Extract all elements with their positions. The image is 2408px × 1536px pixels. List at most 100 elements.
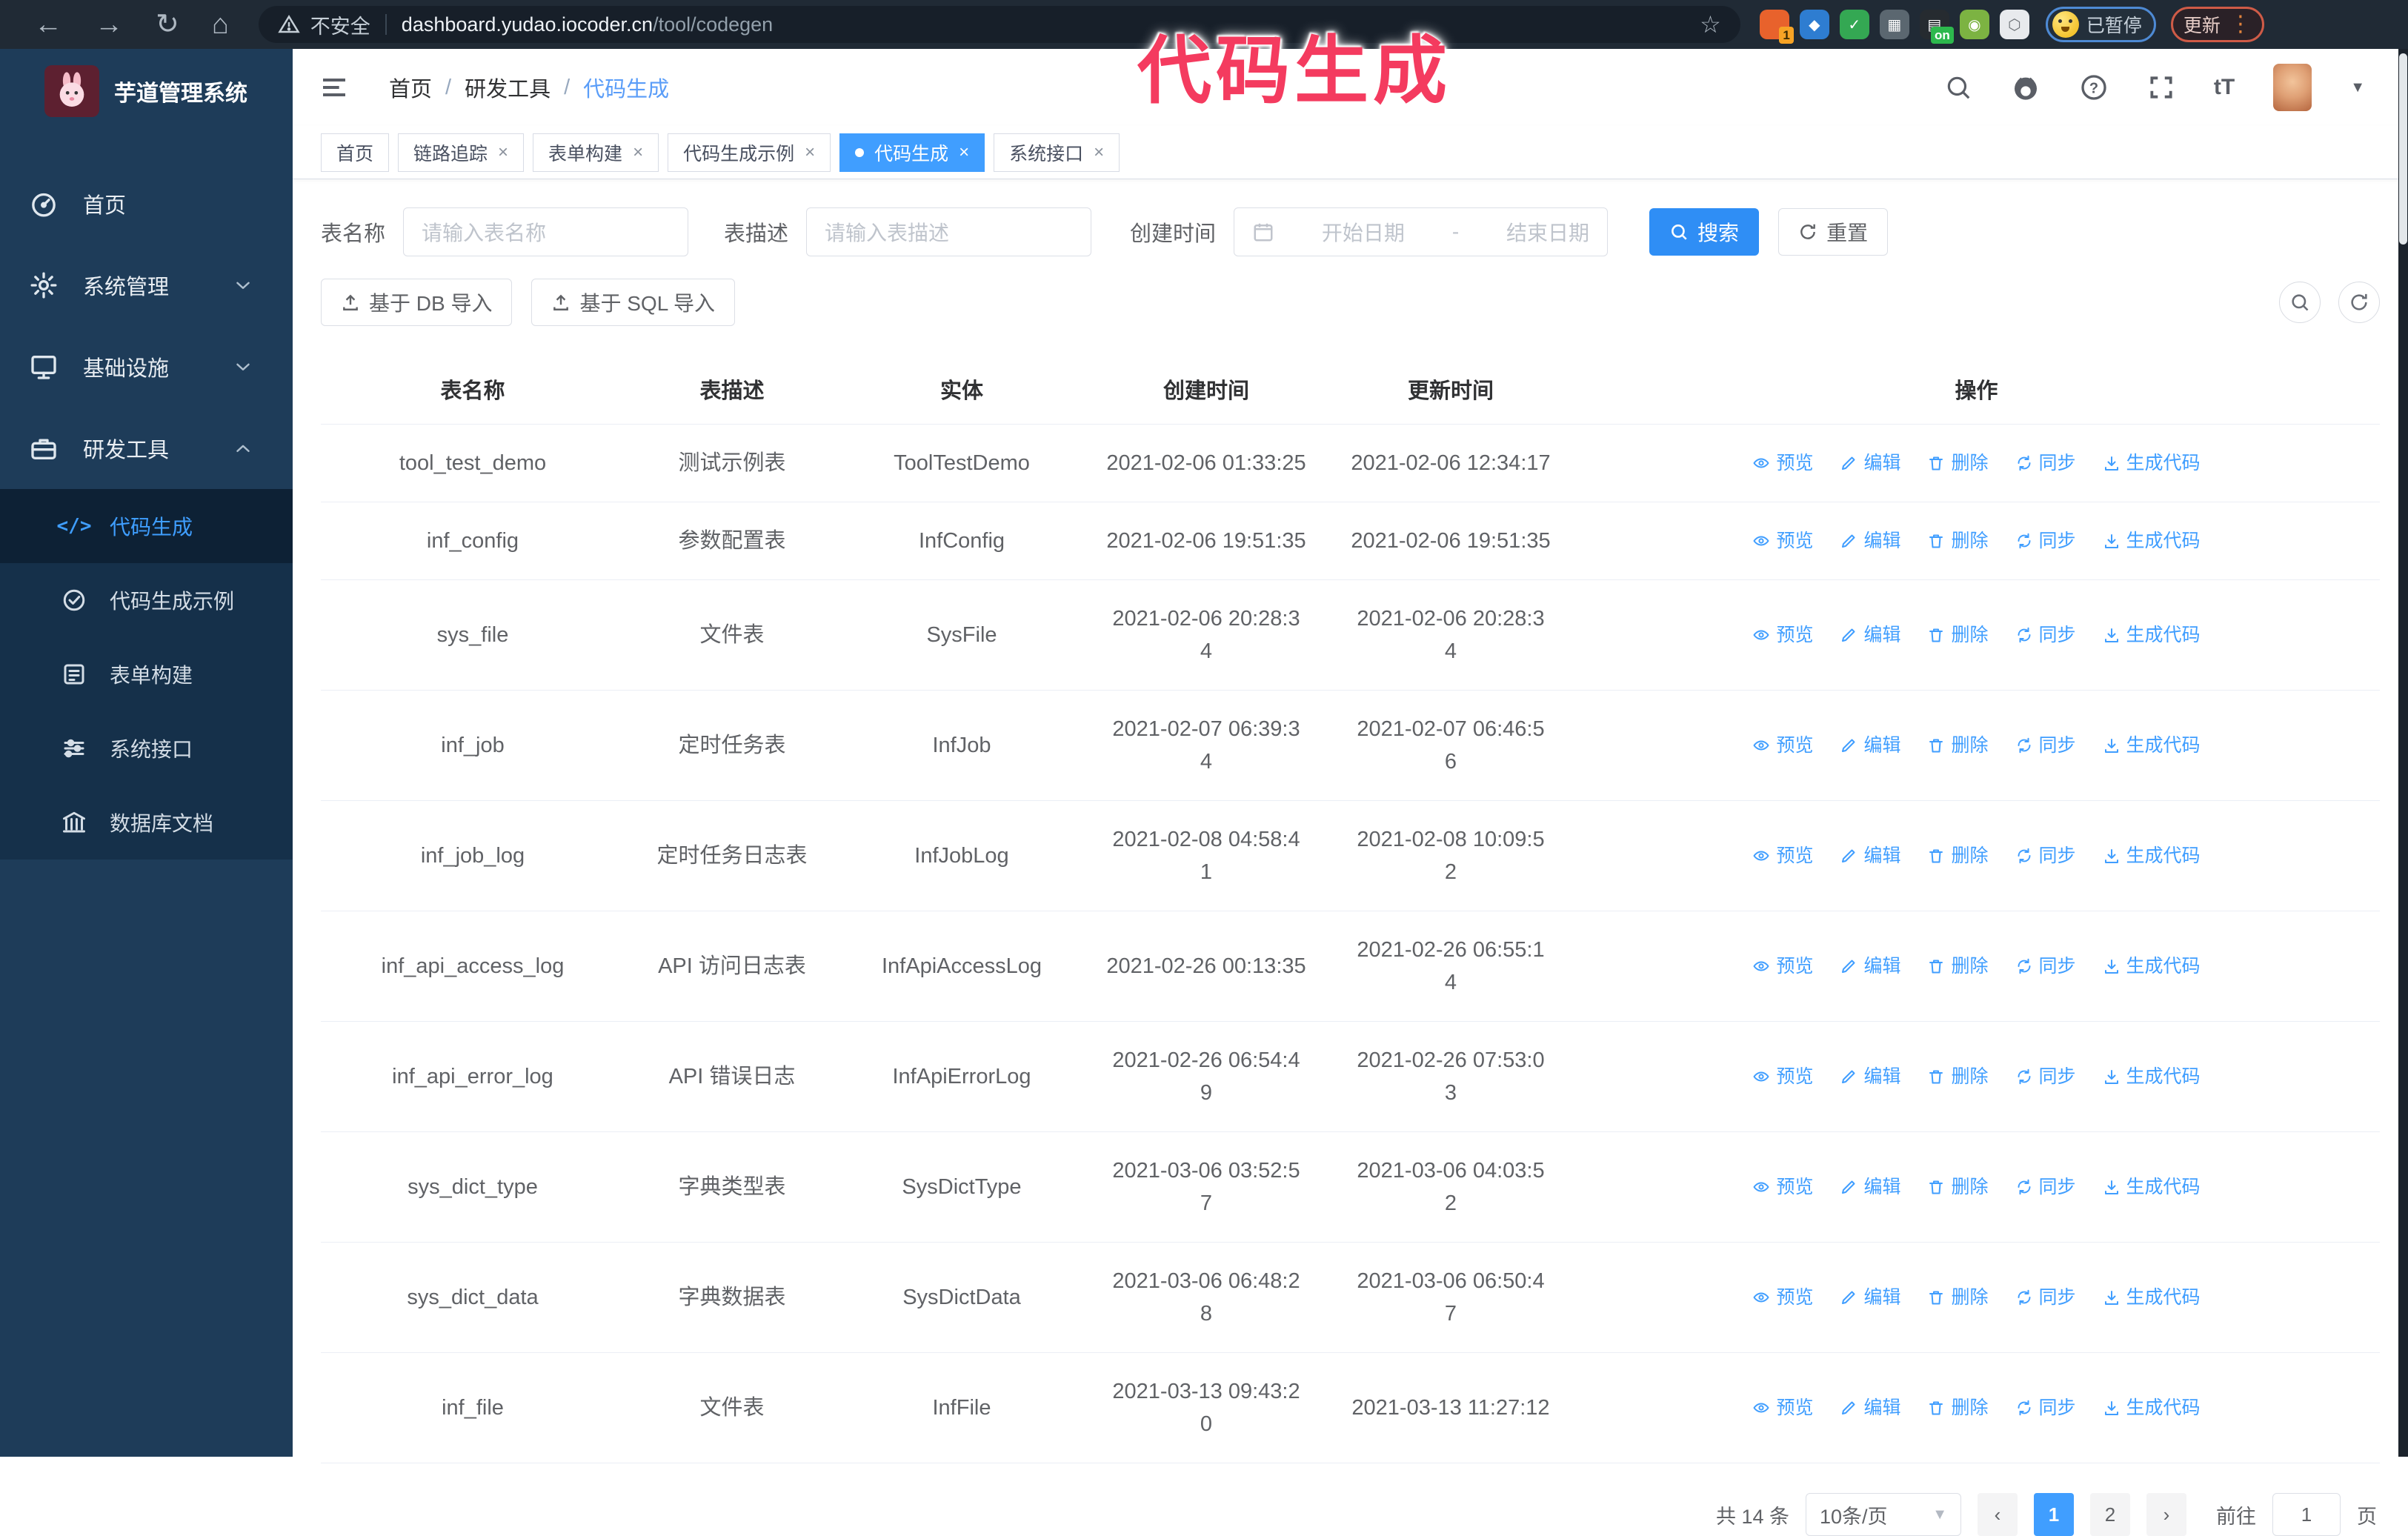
blue-gem-extension-icon[interactable]: ◆	[1799, 10, 1829, 39]
tab-3[interactable]: 代码生成示例 ×	[668, 133, 831, 172]
scrollbar-thumb[interactable]	[2399, 53, 2407, 245]
sidebar-item-2[interactable]: 基础设施	[0, 326, 293, 408]
browser-update-button[interactable]: 更新 ⋮	[2170, 7, 2264, 42]
browser-home-icon[interactable]: ⌂	[212, 10, 229, 39]
action-preview-link[interactable]: 预览	[1752, 840, 1813, 872]
tab-4[interactable]: 代码生成 ×	[839, 133, 985, 172]
orange-circle-extension-icon[interactable]: 1	[1759, 10, 1794, 44]
github-icon[interactable]	[2011, 73, 2041, 102]
action-preview-link[interactable]: 预览	[1752, 1171, 1813, 1203]
action-delete-link[interactable]: 删除	[1927, 950, 1989, 983]
action-sync-link[interactable]: 同步	[2015, 1392, 2076, 1424]
breadcrumb-home[interactable]: 首页	[389, 72, 432, 103]
tab-2[interactable]: 表单构建 ×	[533, 133, 659, 172]
action-sync-link[interactable]: 同步	[2015, 840, 2076, 872]
action-generate-link[interactable]: 生成代码	[2103, 447, 2201, 479]
action-edit-link[interactable]: 编辑	[1840, 619, 1900, 651]
font-size-icon[interactable]: tT	[2214, 75, 2235, 100]
sidebar-subitem-4[interactable]: 数据库文档	[0, 785, 293, 860]
action-preview-link[interactable]: 预览	[1752, 525, 1813, 557]
bookmark-star-icon[interactable]: ☆	[1700, 10, 1721, 39]
prev-page-button[interactable]: ‹	[1978, 1493, 2018, 1536]
page-size-select[interactable]: 10条/页 ▼	[1806, 1493, 1961, 1536]
action-edit-link[interactable]: 编辑	[1840, 840, 1900, 872]
sidebar-subitem-3[interactable]: 系统接口	[0, 711, 293, 785]
action-preview-link[interactable]: 预览	[1752, 1281, 1813, 1314]
action-generate-link[interactable]: 生成代码	[2103, 729, 2201, 762]
table-desc-input[interactable]: 请输入表描述	[806, 207, 1092, 256]
action-edit-link[interactable]: 编辑	[1840, 1171, 1900, 1203]
action-delete-link[interactable]: 删除	[1927, 1171, 1989, 1203]
search-icon[interactable]	[1944, 73, 1972, 102]
action-generate-link[interactable]: 生成代码	[2103, 525, 2201, 557]
browser-forward-icon[interactable]: →	[95, 10, 123, 39]
refresh-icon[interactable]	[2338, 282, 2380, 323]
action-sync-link[interactable]: 同步	[2015, 619, 2076, 651]
sidebar-subitem-1[interactable]: 代码生成示例	[0, 563, 293, 637]
action-sync-link[interactable]: 同步	[2015, 447, 2076, 479]
sidebar-item-1[interactable]: 系统管理	[0, 245, 293, 326]
next-page-button[interactable]: ›	[2146, 1493, 2186, 1536]
sidebar-subitem-2[interactable]: 表单构建	[0, 637, 293, 711]
action-generate-link[interactable]: 生成代码	[2103, 950, 2201, 983]
green-robot-extension-icon[interactable]: ◉	[1959, 10, 1989, 39]
toggle-search-icon[interactable]	[2279, 282, 2321, 323]
grid-extension-icon[interactable]: ▦	[1879, 10, 1909, 39]
action-sync-link[interactable]: 同步	[2015, 1281, 2076, 1314]
sidebar-toggle-icon[interactable]	[319, 73, 349, 102]
user-avatar[interactable]	[2273, 64, 2312, 111]
tab-1[interactable]: 链路追踪 ×	[398, 133, 525, 172]
search-button[interactable]: 搜索	[1649, 208, 1760, 256]
scrollbar-track[interactable]	[2398, 49, 2408, 1457]
action-delete-link[interactable]: 删除	[1927, 729, 1989, 762]
tab-close-icon[interactable]: ×	[959, 142, 969, 163]
action-preview-link[interactable]: 预览	[1752, 1060, 1813, 1093]
action-generate-link[interactable]: 生成代码	[2103, 1171, 2201, 1203]
action-delete-link[interactable]: 删除	[1927, 1392, 1989, 1424]
page-button-1[interactable]: 1	[2034, 1493, 2074, 1536]
action-sync-link[interactable]: 同步	[2015, 950, 2076, 983]
action-sync-link[interactable]: 同步	[2015, 525, 2076, 557]
sidebar-subitem-0[interactable]: </> 代码生成	[0, 489, 293, 563]
tab-close-icon[interactable]: ×	[633, 142, 643, 163]
page-button-2[interactable]: 2	[2090, 1493, 2130, 1536]
action-generate-link[interactable]: 生成代码	[2103, 619, 2201, 651]
table-name-input[interactable]: 请输入表名称	[403, 207, 689, 256]
action-delete-link[interactable]: 删除	[1927, 619, 1989, 651]
import-db-button[interactable]: 基于 DB 导入	[321, 279, 513, 326]
browser-reload-icon[interactable]: ↻	[156, 10, 179, 39]
dark-on-extension-icon[interactable]: ▤ on	[1919, 10, 1954, 44]
action-generate-link[interactable]: 生成代码	[2103, 1392, 2201, 1424]
help-icon[interactable]: ?	[2079, 73, 2109, 102]
action-delete-link[interactable]: 删除	[1927, 840, 1989, 872]
action-preview-link[interactable]: 预览	[1752, 619, 1813, 651]
browser-back-icon[interactable]: ←	[34, 10, 62, 39]
app-logo[interactable]: 芋道管理系统	[0, 49, 293, 117]
browser-menu-icon[interactable]: ⋮	[2229, 13, 2252, 36]
action-edit-link[interactable]: 编辑	[1840, 1281, 1900, 1314]
action-preview-link[interactable]: 预览	[1752, 1392, 1813, 1424]
action-sync-link[interactable]: 同步	[2015, 729, 2076, 762]
address-bar[interactable]: 不安全 dashboard.yudao.iocoder.cn /tool/cod…	[258, 6, 1740, 43]
sidebar-item-3[interactable]: 研发工具	[0, 408, 293, 489]
tab-close-icon[interactable]: ×	[1094, 142, 1104, 163]
reset-button[interactable]: 重置	[1778, 208, 1889, 256]
tab-0[interactable]: 首页	[321, 133, 390, 172]
profile-sync-paused-button[interactable]: 已暂停	[2045, 7, 2156, 42]
action-delete-link[interactable]: 删除	[1927, 447, 1989, 479]
tab-close-icon[interactable]: ×	[805, 142, 815, 163]
goto-page-input[interactable]	[2272, 1493, 2341, 1536]
action-delete-link[interactable]: 删除	[1927, 1281, 1989, 1314]
action-edit-link[interactable]: 编辑	[1840, 1060, 1900, 1093]
action-generate-link[interactable]: 生成代码	[2103, 840, 2201, 872]
action-edit-link[interactable]: 编辑	[1840, 447, 1900, 479]
action-generate-link[interactable]: 生成代码	[2103, 1060, 2201, 1093]
action-preview-link[interactable]: 预览	[1752, 950, 1813, 983]
avatar-caret-down-icon[interactable]: ▼	[2350, 79, 2365, 96]
sidebar-item-0[interactable]: 首页	[0, 163, 293, 245]
action-preview-link[interactable]: 预览	[1752, 729, 1813, 762]
import-sql-button[interactable]: 基于 SQL 导入	[531, 279, 736, 326]
action-edit-link[interactable]: 编辑	[1840, 950, 1900, 983]
action-edit-link[interactable]: 编辑	[1840, 729, 1900, 762]
action-delete-link[interactable]: 删除	[1927, 525, 1989, 557]
